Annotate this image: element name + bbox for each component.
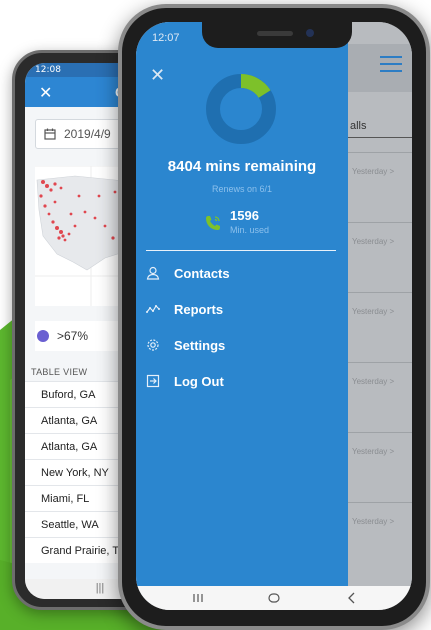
hamburger-menu-icon[interactable] bbox=[380, 56, 402, 72]
call-row-time: Yesterday > bbox=[352, 377, 395, 386]
usage-donut-chart bbox=[206, 74, 276, 144]
speaker-grille bbox=[257, 31, 293, 36]
back-icon[interactable] bbox=[344, 590, 360, 606]
usage-arc bbox=[240, 74, 271, 99]
front-phone-screen: alls Yesterday > Yesterday > Yesterday >… bbox=[136, 22, 412, 610]
phone-notch bbox=[202, 22, 352, 48]
call-row-time: Yesterday > bbox=[352, 447, 395, 456]
call-row[interactable]: Yesterday > bbox=[348, 502, 412, 562]
call-row-time: Yesterday > bbox=[352, 237, 395, 246]
menu-label-settings: Settings bbox=[174, 337, 226, 353]
calls-tab[interactable]: alls bbox=[348, 116, 412, 138]
close-drawer-icon[interactable]: ✕ bbox=[150, 66, 165, 84]
minutes-used-value: 1596 bbox=[230, 208, 259, 223]
person-icon bbox=[146, 266, 160, 280]
call-row-time: Yesterday > bbox=[352, 167, 395, 176]
minutes-remaining: 8404 mins remaining bbox=[167, 158, 317, 175]
call-row-time: Yesterday > bbox=[352, 517, 395, 526]
gear-icon bbox=[147, 339, 159, 351]
android-nav-bar bbox=[136, 586, 412, 610]
logout-icon bbox=[146, 374, 160, 388]
menu-item-settings[interactable]: Settings bbox=[136, 330, 348, 360]
recent-apps-icon[interactable] bbox=[190, 590, 206, 606]
drawer-divider bbox=[146, 250, 336, 251]
date-value: 2019/4/9 bbox=[64, 127, 111, 141]
back-status-time: 12:08 bbox=[35, 65, 61, 75]
menu-item-reports[interactable]: Reports bbox=[136, 294, 348, 324]
menu-label-contacts: Contacts bbox=[174, 265, 230, 281]
phone-icon bbox=[206, 216, 220, 230]
call-row[interactable]: Yesterday > bbox=[348, 292, 412, 352]
menu-item-logout[interactable]: Log Out bbox=[136, 366, 348, 396]
menu-label-logout: Log Out bbox=[174, 373, 224, 389]
call-row[interactable]: Yesterday > bbox=[348, 152, 412, 212]
call-row-time: Yesterday > bbox=[352, 307, 395, 316]
legend-dot bbox=[37, 330, 49, 342]
call-row[interactable]: Yesterday > bbox=[348, 432, 412, 492]
renews-date: Renews on 6/1 bbox=[211, 184, 273, 194]
front-camera bbox=[306, 29, 314, 37]
calendar-icon bbox=[44, 128, 56, 140]
call-row[interactable]: Yesterday > bbox=[348, 362, 412, 422]
status-time: 12:07 bbox=[152, 32, 180, 44]
table-view-label: TABLE VIEW bbox=[31, 367, 88, 377]
legend-label: >67% bbox=[57, 329, 89, 343]
home-icon[interactable] bbox=[266, 590, 282, 606]
minutes-used-label: Min. used bbox=[230, 225, 270, 235]
call-row[interactable]: Yesterday > bbox=[348, 222, 412, 282]
menu-item-contacts[interactable]: Contacts bbox=[136, 258, 348, 288]
menu-label-reports: Reports bbox=[174, 301, 224, 317]
back-recent-apps-button[interactable]: ||| bbox=[96, 582, 105, 594]
side-drawer: 12:07 ✕ 8404 mins remaining Renews on 6/… bbox=[136, 22, 348, 586]
reports-icon bbox=[146, 305, 160, 313]
back-close-icon[interactable]: ✕ bbox=[39, 83, 52, 103]
front-phone: alls Yesterday > Yesterday > Yesterday >… bbox=[118, 4, 430, 630]
